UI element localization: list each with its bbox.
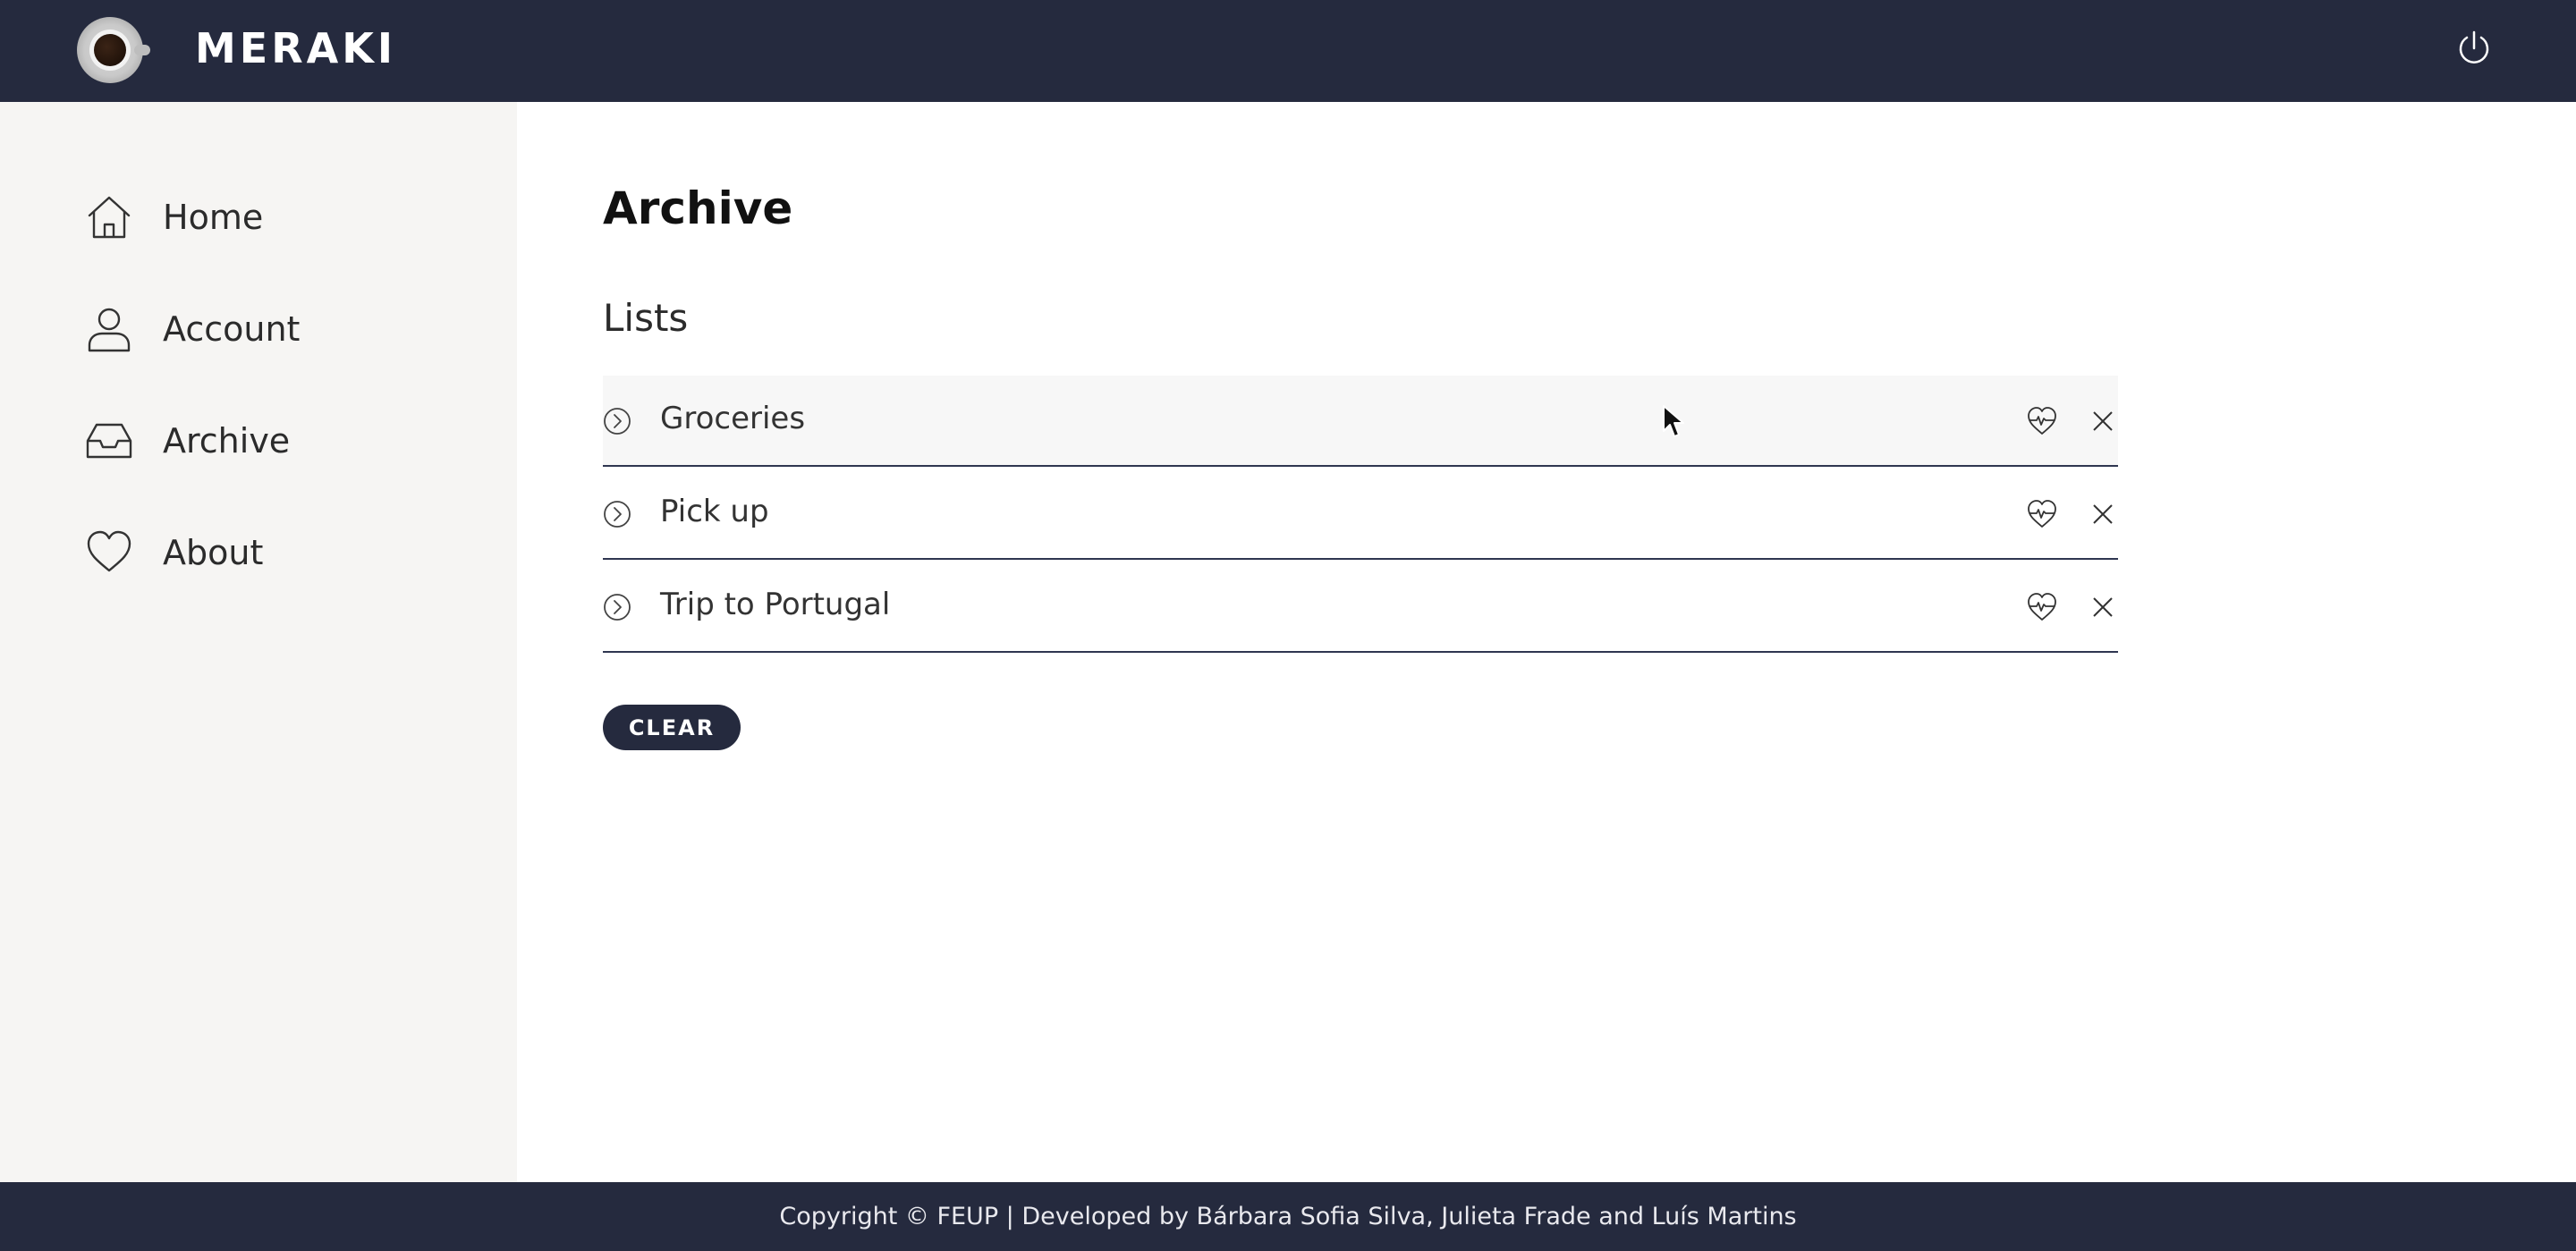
top-bar: MERAKI bbox=[0, 0, 2576, 102]
user-icon bbox=[88, 308, 131, 352]
close-icon[interactable] bbox=[2089, 501, 2116, 528]
sidebar-item-label: About bbox=[163, 533, 264, 572]
sidebar-item-archive[interactable]: Archive bbox=[86, 414, 479, 468]
list-item[interactable]: Groceries bbox=[603, 376, 2118, 467]
sidebar-item-label: Archive bbox=[163, 421, 291, 461]
footer-text: Copyright © FEUP | Developed by Bárbara … bbox=[779, 1203, 1797, 1230]
footer: Copyright © FEUP | Developed by Bárbara … bbox=[0, 1182, 2576, 1251]
heart-icon bbox=[87, 530, 131, 572]
page-title: Archive bbox=[603, 182, 793, 234]
inbox-icon bbox=[86, 423, 132, 459]
home-icon bbox=[88, 196, 131, 239]
chevron-right-circle-icon[interactable] bbox=[603, 407, 631, 435]
close-icon[interactable] bbox=[2089, 594, 2116, 621]
mouse-cursor-icon bbox=[1663, 405, 1684, 437]
coffee-cup-logo bbox=[77, 17, 150, 83]
list-item[interactable]: Pick up bbox=[603, 469, 2118, 560]
sidebar-item-label: Account bbox=[163, 309, 301, 349]
list-name: Trip to Portugal bbox=[660, 587, 891, 622]
section-title-lists: Lists bbox=[603, 296, 689, 340]
chevron-right-circle-icon[interactable] bbox=[603, 593, 631, 621]
power-icon[interactable] bbox=[2454, 29, 2494, 68]
chevron-right-circle-icon[interactable] bbox=[603, 500, 631, 528]
list-item[interactable]: Trip to Portugal bbox=[603, 562, 2118, 653]
list-name: Groceries bbox=[660, 401, 806, 436]
logo-cup-handle bbox=[134, 45, 150, 55]
heart-pulse-icon[interactable] bbox=[2027, 406, 2057, 436]
sidebar-item-account[interactable]: Account bbox=[86, 302, 479, 356]
heart-pulse-icon[interactable] bbox=[2027, 592, 2057, 622]
sidebar: Home Account Archive About bbox=[0, 102, 517, 1182]
close-icon[interactable] bbox=[2089, 408, 2116, 435]
heart-pulse-icon[interactable] bbox=[2027, 499, 2057, 529]
sidebar-item-about[interactable]: About bbox=[86, 526, 479, 579]
brand-name: MERAKI bbox=[195, 24, 396, 72]
clear-button[interactable]: CLEAR bbox=[603, 705, 741, 750]
sidebar-item-label: Home bbox=[163, 198, 264, 237]
logo-coffee bbox=[94, 34, 126, 66]
sidebar-item-home[interactable]: Home bbox=[86, 190, 479, 244]
list-name: Pick up bbox=[660, 494, 769, 529]
